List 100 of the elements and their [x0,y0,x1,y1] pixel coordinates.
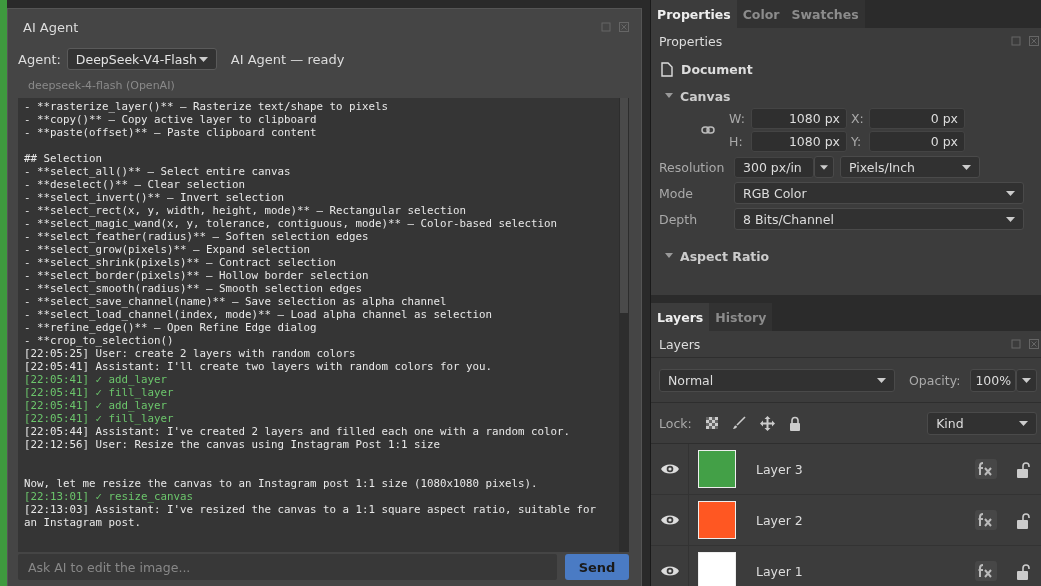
blend-mode-dropdown[interactable]: Normal [659,368,895,392]
resolution-field[interactable]: 300 px/in [734,156,814,178]
log-line: [22:05:41] ✓ add_layer [24,373,168,386]
panel-title: Layers [659,336,701,352]
log-line: [22:13:03] Assistant: I've resized the canvas to a 1:1 square aspect ratio, suitable for an Instagram post. [24,503,598,529]
field-label: Depth [659,211,699,227]
x-field[interactable]: 0 px [869,108,965,129]
log-line: [22:05:41] Assistant: I'll create two layers with random colors for you. [24,360,494,373]
unlock-icon[interactable] [1017,460,1032,478]
mode-dropdown[interactable]: RGB Color [734,182,1024,204]
model-label: deepseek-4-flash (OpenAI) [28,79,175,92]
field-label: H: [729,134,744,149]
unlock-icon[interactable] [1017,511,1032,529]
disclosure-icon[interactable] [665,93,673,99]
brush-icon[interactable] [731,416,746,430]
log-line: [22:05:25] User: create 2 layers with random colors [24,347,357,360]
caret-icon [1006,190,1015,196]
log-line: [22:05:41] ✓ add_layer [24,399,168,412]
unlock-icon[interactable] [1017,562,1032,580]
opacity-field[interactable]: 100% [970,368,1017,392]
log-line: - **select_load_channel(index, mode)** — Load alpha channel as selection [24,308,494,321]
width-field[interactable]: 1080 px [751,108,847,129]
filter-dropdown[interactable]: Kind [927,411,1038,435]
log-line: Now, let me resize the canvas to an Instagram post 1:1 size (1080x1080 pixels). [24,477,539,490]
log-line: - **deselect()** — Clear selection [24,178,246,191]
log-line: - **select_feather(radius)** — Soften selection edges [24,230,370,243]
caret-icon [877,377,886,383]
unit-dropdown[interactable]: Pixels/Inch [840,156,980,178]
log-line: [22:05:41] ✓ fill_layer [24,386,175,399]
caret-icon [1022,377,1032,383]
opacity-spin-button[interactable] [1016,368,1038,392]
window-title: AI Agent [23,19,80,35]
panel-tab[interactable]: Properties [651,0,737,28]
layer-name: Layer 3 [756,461,804,477]
layer-name: Layer 1 [756,563,804,579]
caret-icon [1019,420,1029,426]
move-icon[interactable] [759,415,775,431]
document-icon [661,61,673,77]
panel-title: Properties [659,33,723,49]
log-line: - **select_magic_wand(x, y, tolerance, contiguous, mode)** — Color-based selection [24,217,559,230]
layer-row[interactable]: Layer 2 [651,495,1041,546]
panel-tab[interactable]: Swatches [785,0,865,28]
panel-tab[interactable]: Layers [651,303,710,331]
layer-row[interactable]: Layer 3 [651,444,1041,495]
eye-icon[interactable] [660,565,679,577]
log-line: ## Selection [24,152,103,165]
log-line: [22:05:44] Assistant: I've created 2 layers and filled each one with a random color. [24,425,572,438]
field-label: Y: [850,134,863,149]
eye-icon[interactable] [660,463,679,475]
caret-icon [962,164,971,170]
panel-tab[interactable]: History [709,303,773,331]
log-line: - **select_smooth(radius)** — Smooth selection edges [24,282,363,295]
status-text: AI Agent — ready [230,51,345,67]
caret-icon [1006,216,1015,222]
log-line: - **select_border(pixels)** — Hollow border selection [24,269,370,282]
agent-dropdown[interactable]: DeepSeek-V4-Flash [66,48,217,70]
log-line: - **select_grow(pixels)** — Expand selection [24,243,311,256]
log-line: - **refine_edge()** — Open Refine Edge dialog [24,321,318,334]
caret-icon [820,164,828,170]
lock-icon[interactable] [788,415,801,431]
log-line: - **crop_to_selection() [24,334,175,347]
field-label: Resolution [659,159,726,175]
log-line: - **paste(offset)** — Paste clipboard content [24,126,318,139]
lock-label: Lock: [659,415,692,431]
log-line: - **copy()** — Copy active layer to clipboard [24,113,318,126]
y-field[interactable]: 0 px [869,131,965,152]
panel-tab[interactable]: Color [736,0,786,28]
send-button[interactable]: Send [565,554,629,580]
scrollbar[interactable] [619,98,629,552]
layer-row[interactable]: Layer 1 [651,546,1041,586]
eye-icon[interactable] [660,514,679,526]
checkerboard-icon[interactable] [705,417,718,429]
agent-label: Agent: [18,51,61,67]
log-line: [22:12:56] User: Resize the canvas using Instagram Post 1:1 size [24,438,442,451]
log-line: - **rasterize_layer()** — Rasterize text/shape to pixels [24,100,389,113]
layer-name: Layer 2 [756,512,804,528]
log-line: [22:13:01] ✓ resize_canvas [24,490,194,503]
field-label: X: [850,111,865,126]
fx-icon[interactable] [975,510,998,530]
section-title[interactable]: Aspect Ratio [680,248,770,264]
document-heading: Document [681,61,753,77]
caret-icon [198,56,208,62]
prompt-field[interactable]: Ask AI to edit the image... [18,554,557,580]
log-line: - **select_save_channel(name)** — Save selection as alpha channel [24,295,448,308]
log-line: - **select_invert()** — Invert selection [24,191,285,204]
depth-dropdown[interactable]: 8 Bits/Channel [734,208,1024,230]
unit-spin-button[interactable] [814,156,834,178]
disclosure-icon[interactable] [665,253,673,259]
section-title[interactable]: Canvas [680,88,731,104]
field-label: Mode [659,185,695,201]
opacity-label: Opacity: [909,372,961,388]
fx-icon[interactable] [975,561,998,581]
log-line: - **select_shrink(pixels)** — Contract selection [24,256,337,269]
height-field[interactable]: 1080 px [751,131,847,152]
log-line: - **select_rect(x, y, width, height, mode)** — Rectangular selection [24,204,468,217]
fx-icon[interactable] [975,459,998,479]
link-icon[interactable] [701,126,715,134]
log-line: [22:05:41] ✓ fill_layer [24,412,175,425]
log-line: - **select_all()** — Select entire canvas [24,165,292,178]
field-label: W: [729,111,746,126]
